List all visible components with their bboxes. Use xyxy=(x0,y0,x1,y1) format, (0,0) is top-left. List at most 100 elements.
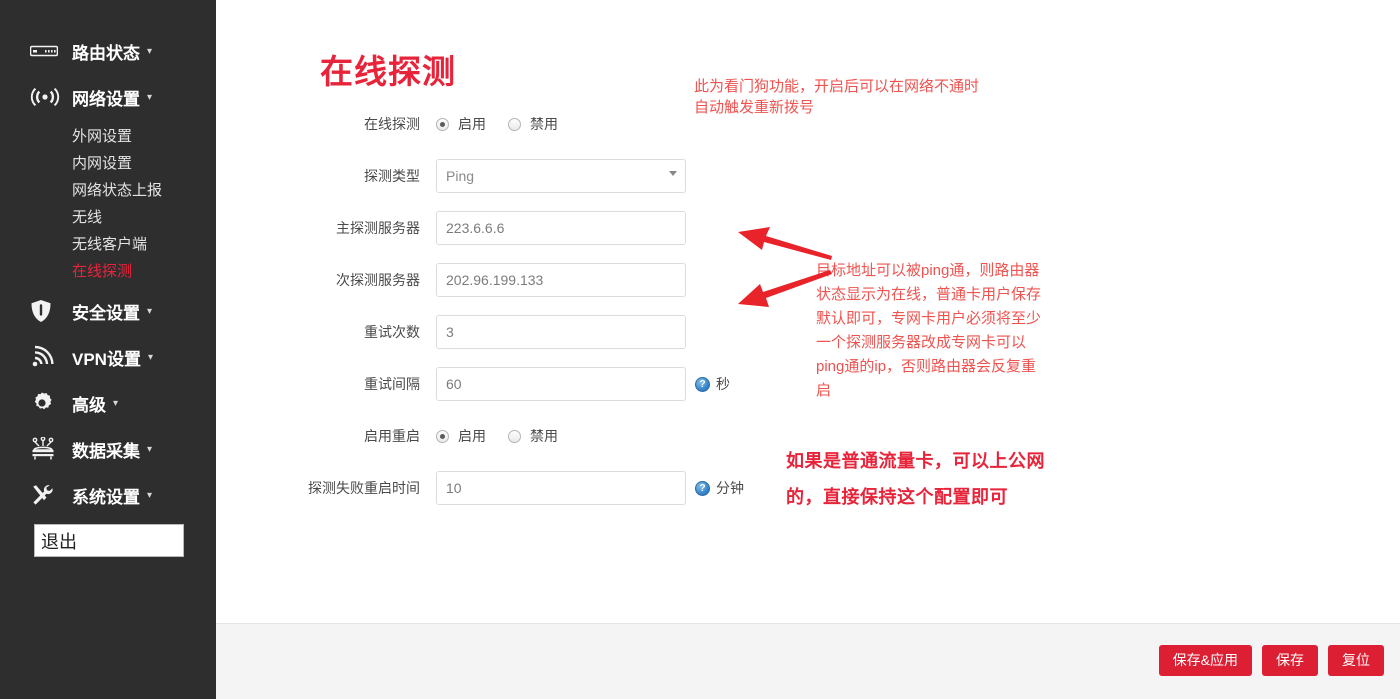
sidebar-item-vpn-settings[interactable]: VPN设置 ▾ xyxy=(0,334,216,380)
form-label: 次探测服务器 xyxy=(336,272,420,288)
sidebar-item-system-settings[interactable]: 系统设置 ▾ xyxy=(0,472,216,518)
unit-label: 秒 xyxy=(716,376,730,392)
restart-time-input[interactable] xyxy=(436,471,686,505)
footer-button-group: 保存&应用 保存 复位 xyxy=(1158,645,1384,676)
sidebar-item-router-status[interactable]: 路由状态 ▾ xyxy=(0,28,216,74)
save-button[interactable]: 保存 xyxy=(1262,645,1318,676)
form-label: 重试间隔 xyxy=(364,376,420,392)
sidebar-item-label: 路由状态 xyxy=(72,43,140,63)
sidebar-subitem-network-status-report[interactable]: 网络状态上报 xyxy=(0,176,216,203)
radio-option-disable[interactable]: 禁用 xyxy=(508,114,558,134)
chevron-down-icon: ▾ xyxy=(147,46,153,57)
logout-button[interactable]: 退出 xyxy=(34,524,184,557)
form-label: 启用重启 xyxy=(364,428,420,444)
logout-wrapper: 退出 xyxy=(0,518,216,557)
field-wrapper xyxy=(436,211,686,245)
radio-group-enable-restart: 启用 禁用 xyxy=(436,426,580,446)
online-detection-form: 在线探测 启用 禁用 探测类型 Ping 主探测服务器 223.6.6.6 次探… xyxy=(216,98,776,514)
sidebar-item-label: 数据采集 xyxy=(72,441,140,461)
radio-label: 禁用 xyxy=(530,428,558,444)
form-row-primary-server: 主探测服务器 xyxy=(216,202,776,254)
secondary-server-input[interactable] xyxy=(436,263,686,297)
sidebar-item-data-collection[interactable]: 数据采集 ▾ xyxy=(0,426,216,472)
sidebar-subnav-network: 外网设置 内网设置 网络状态上报 无线 无线客户端 在线探测 xyxy=(0,120,216,288)
primary-server-input[interactable] xyxy=(436,211,686,245)
tools-icon xyxy=(30,483,60,507)
chevron-down-icon: ▾ xyxy=(147,352,153,363)
annotation-watchdog: 此为看门狗功能，开启后可以在网络不通时 自动触发重新拨号 xyxy=(694,78,980,116)
help-icon[interactable]: ? xyxy=(695,480,710,496)
form-label: 探测类型 xyxy=(364,168,420,184)
sidebar-subitem-online-detection[interactable]: 在线探测 xyxy=(0,257,216,284)
help-icon[interactable]: ? xyxy=(695,376,710,392)
unit-wrapper: ? 秒 xyxy=(695,374,730,394)
field-wrapper: ? 秒 xyxy=(436,367,730,401)
form-row-retry-interval: 重试间隔 ? 秒 xyxy=(216,358,776,410)
shield-icon xyxy=(30,299,60,323)
form-label: 主探测服务器 xyxy=(336,220,420,236)
page-title: 在线探测 xyxy=(320,53,456,90)
chevron-down-icon: ▾ xyxy=(147,306,153,317)
form-label: 在线探测 xyxy=(364,116,420,132)
radio-dot-icon[interactable] xyxy=(508,429,521,443)
sidebar-item-advanced[interactable]: 高级 ▾ xyxy=(0,380,216,426)
field-wrapper: Ping xyxy=(436,159,686,193)
sidebar-item-network-settings[interactable]: 网络设置 ▾ xyxy=(0,74,216,120)
form-row-secondary-server: 次探测服务器 xyxy=(216,254,776,306)
sidebar-subitem-lan[interactable]: 内网设置 xyxy=(0,149,216,176)
radio-dot-icon[interactable] xyxy=(436,117,449,131)
page-root: 路由状态 ▾ 网络设置 ▾ 外网设置 内网设置 网络状态上报 无线 无线客户端 … xyxy=(0,0,1400,699)
radio-option-enable[interactable]: 启用 xyxy=(436,114,486,134)
form-label: 重试次数 xyxy=(364,324,420,340)
chevron-down-icon: ▾ xyxy=(147,490,153,501)
field-wrapper xyxy=(436,263,686,297)
radio-group-online-detection: 启用 禁用 xyxy=(436,114,580,134)
radio-label: 启用 xyxy=(458,116,486,132)
chevron-down-icon: ▾ xyxy=(147,444,153,455)
save-and-apply-button[interactable]: 保存&应用 xyxy=(1158,645,1252,676)
sidebar: 路由状态 ▾ 网络设置 ▾ 外网设置 内网设置 网络状态上报 无线 无线客户端 … xyxy=(0,0,216,699)
detect-type-select[interactable]: Ping xyxy=(436,159,686,193)
form-label: 探测失败重启时间 xyxy=(308,480,420,496)
gear-icon xyxy=(30,391,60,415)
sidebar-item-label: VPN设置 xyxy=(72,349,141,369)
radio-option-disable[interactable]: 禁用 xyxy=(508,426,558,446)
retry-count-input[interactable] xyxy=(436,315,686,349)
chevron-down-icon: ▾ xyxy=(147,92,153,103)
radio-dot-icon[interactable] xyxy=(436,429,449,443)
main-content: 在线探测 在线探测 启用 禁用 探测类型 Ping 主探测服务器 223.6.6… xyxy=(216,0,1400,699)
wifi-signal-icon xyxy=(30,85,60,109)
sidebar-subitem-wireless[interactable]: 无线 xyxy=(0,203,216,230)
form-row-online-detection: 在线探测 启用 禁用 xyxy=(216,98,776,150)
unit-wrapper: ? 分钟 xyxy=(695,478,744,498)
form-row-restart-time: 探测失败重启时间 ? 分钟 xyxy=(216,462,776,514)
form-row-retry-count: 重试次数 xyxy=(216,306,776,358)
field-wrapper: ? 分钟 xyxy=(436,471,744,505)
radio-option-enable[interactable]: 启用 xyxy=(436,426,486,446)
annotation-arrow-upper xyxy=(738,227,832,260)
sidebar-item-label: 网络设置 xyxy=(72,89,140,109)
detect-type-select-wrapper: Ping xyxy=(436,159,686,193)
radio-label: 启用 xyxy=(458,428,486,444)
data-collect-icon xyxy=(30,437,60,461)
form-row-enable-restart: 启用重启 启用 禁用 xyxy=(216,410,776,462)
radio-dot-icon[interactable] xyxy=(508,117,521,131)
router-icon xyxy=(30,39,60,63)
sidebar-item-security-settings[interactable]: 安全设置 ▾ xyxy=(0,288,216,334)
reset-button[interactable]: 复位 xyxy=(1328,645,1384,676)
sidebar-subitem-wireless-client[interactable]: 无线客户端 xyxy=(0,230,216,257)
radio-label: 禁用 xyxy=(530,116,558,132)
sidebar-subitem-wan[interactable]: 外网设置 xyxy=(0,122,216,149)
vpn-waves-icon xyxy=(30,345,60,369)
sidebar-item-label: 高级 xyxy=(72,395,106,415)
chevron-down-icon: ▾ xyxy=(113,398,119,409)
annotation-arrow-lower xyxy=(738,270,832,307)
footer-bar: 保存&应用 保存 复位 xyxy=(216,623,1400,699)
annotation-normal-card: 如果是普通流量卡，可以上公网 的，直接保持这个配置即可 xyxy=(786,451,1045,507)
annotation-ping-info: 目标地址可以被ping通，则路由器 状态显示为在线，普通卡用户保存 默认即可，专… xyxy=(816,262,1042,399)
unit-label: 分钟 xyxy=(716,480,744,496)
retry-interval-input[interactable] xyxy=(436,367,686,401)
sidebar-nav-top: 路由状态 ▾ 网络设置 ▾ 外网设置 内网设置 网络状态上报 无线 无线客户端 … xyxy=(0,0,216,557)
field-wrapper xyxy=(436,315,686,349)
sidebar-item-label: 系统设置 xyxy=(72,487,140,507)
